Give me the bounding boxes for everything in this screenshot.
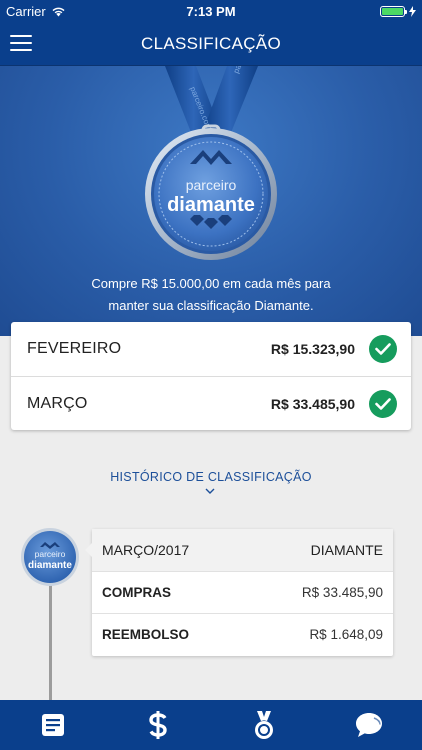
- history-card: MARÇO/2017 DIAMANTE COMPRAS R$ 33.485,90…: [85, 529, 393, 656]
- history-level: DIAMANTE: [310, 542, 383, 558]
- check-icon: [369, 335, 397, 363]
- month-row: FEVEREIRO R$ 15.323,90: [11, 322, 411, 376]
- medal-line1: parceiro: [186, 177, 237, 193]
- battery-icon: [380, 5, 407, 17]
- charging-icon: [409, 5, 416, 17]
- tab-finance[interactable]: [106, 700, 212, 750]
- history-row-value: R$ 1.648,09: [309, 627, 383, 642]
- history-period: MARÇO/2017: [102, 542, 190, 558]
- history-row-label: COMPRAS: [102, 585, 172, 600]
- diamond-badge-icon: parceiro diamante: [21, 528, 79, 586]
- history-row: COMPRAS R$ 33.485,90: [92, 571, 393, 613]
- page-title: CLASSIFICAÇÃO: [141, 33, 281, 53]
- document-icon: [41, 714, 64, 736]
- tab-classification[interactable]: [211, 700, 317, 750]
- history-card-header: MARÇO/2017 DIAMANTE: [92, 529, 393, 571]
- status-right: [380, 5, 416, 17]
- month-value: R$ 15.323,90: [270, 341, 355, 357]
- medal-icon: [254, 711, 273, 739]
- badge-line1: parceiro: [35, 549, 66, 559]
- dollar-icon: [149, 711, 167, 739]
- hero-banner: parceiro.com parceiro.com parceiro diama…: [0, 66, 422, 336]
- hero-message: Compre R$ 15.000,00 em cada mês para man…: [0, 273, 422, 317]
- medal: parceiro.com parceiro.com parceiro diama…: [0, 66, 422, 266]
- carrier-group: Carrier: [6, 4, 66, 19]
- tab-bar: [0, 700, 422, 750]
- month-name: FEVEREIRO: [27, 340, 122, 357]
- chevron-down-icon[interactable]: [204, 487, 216, 495]
- status-bar: Carrier 7:13 PM: [0, 0, 422, 22]
- history-row-label: REEMBOLSO: [102, 627, 190, 642]
- medal-line2: diamante: [167, 194, 255, 216]
- month-value: R$ 33.485,90: [270, 395, 355, 412]
- wifi-icon: [52, 7, 65, 16]
- hero-line-1: Compre R$ 15.000,00 em cada mês para: [91, 276, 331, 291]
- diamond-medal-icon: parceiro.com parceiro.com parceiro diama…: [145, 66, 277, 260]
- hero-line-2: manter sua classificação Diamante.: [108, 298, 314, 313]
- history-row-value: R$ 33.485,90: [301, 585, 383, 600]
- nav-bar: CLASSIFICAÇÃO: [0, 22, 422, 66]
- month-row: MARÇO R$ 33.485,90: [11, 376, 411, 430]
- check-icon: [369, 389, 397, 418]
- chat-icon: [356, 713, 383, 737]
- month-name: MARÇO: [27, 394, 88, 412]
- tab-statement[interactable]: [0, 700, 106, 750]
- tab-chat[interactable]: [317, 700, 422, 750]
- history-toggle[interactable]: HISTÓRICO DE CLASSIFICAÇÃO: [0, 470, 422, 484]
- carrier-label: Carrier: [6, 3, 46, 19]
- monthly-purchases-card: FEVEREIRO R$ 15.323,90 MARÇO R$ 33.485,9…: [11, 322, 411, 430]
- timeline-line: [49, 580, 52, 700]
- badge-line2: diamante: [28, 560, 72, 571]
- menu-icon[interactable]: [10, 34, 32, 52]
- history-row: REEMBOLSO R$ 1.648,09: [92, 613, 393, 655]
